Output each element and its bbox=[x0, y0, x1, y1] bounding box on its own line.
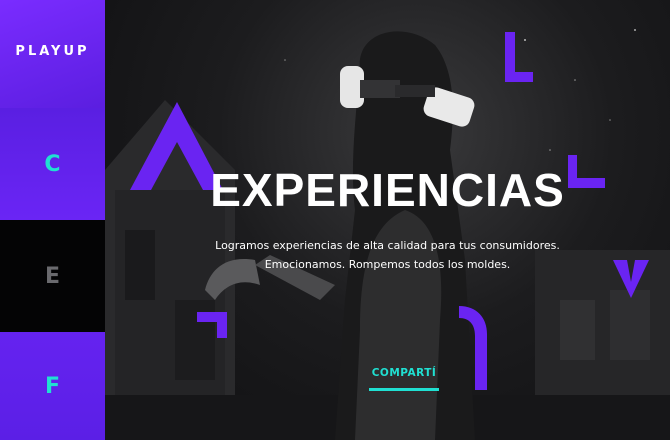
share-underline bbox=[369, 388, 439, 391]
tagline-line-1: Logramos experiencias de alta calidad pa… bbox=[215, 239, 560, 252]
sidebar-item-f[interactable]: F bbox=[0, 332, 105, 440]
share-button[interactable]: COMPARTÍ bbox=[367, 367, 441, 391]
tagline-line-2: Emocionamos. Rompemos todos los moldes. bbox=[264, 258, 511, 271]
sidebar-nav: PLAYUP C E F bbox=[0, 0, 105, 440]
brand-logo: PLAYUP bbox=[15, 44, 90, 59]
share-button-label: COMPARTÍ bbox=[371, 367, 437, 379]
sidebar-item-e[interactable]: E bbox=[0, 220, 105, 332]
hero-section: EXPERIENCIAS Logramos experiencias de al… bbox=[105, 0, 670, 440]
page-title: EXPERIENCIAS bbox=[210, 164, 565, 216]
sidebar-item-label: F bbox=[44, 373, 61, 399]
logo-tile[interactable]: PLAYUP bbox=[0, 0, 105, 108]
sidebar-item-label: C bbox=[44, 151, 61, 177]
sidebar-item-label: E bbox=[44, 263, 61, 289]
hero-tagline: Logramos experiencias de alta calidad pa… bbox=[105, 236, 670, 274]
sidebar-item-c[interactable]: C bbox=[0, 108, 105, 220]
